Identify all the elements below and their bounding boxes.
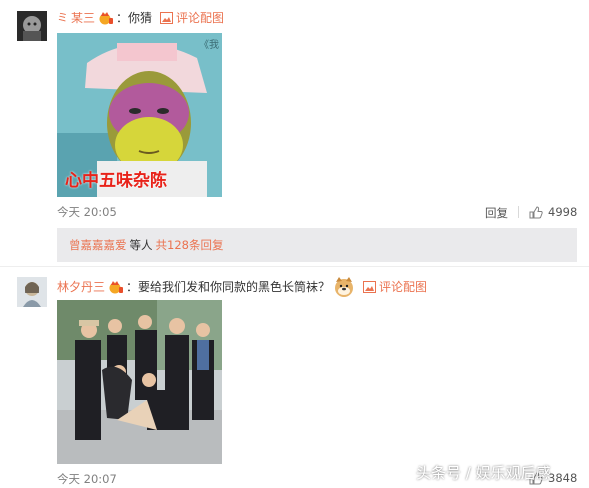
thumbs-up-icon	[529, 205, 543, 219]
avatar[interactable]	[17, 11, 47, 41]
doge-emoji-icon	[333, 276, 355, 298]
comment-time: 今天 20:07	[57, 472, 117, 486]
comment-header: 林夕丹三 ： 要给我们发和你同款的黑色长筒袜？ 评论配图	[57, 276, 427, 298]
reply-user-link[interactable]: 曾嘉嘉嘉爱	[69, 237, 127, 253]
crown-badge-icon	[98, 11, 114, 25]
comment-image[interactable]: 《我 心中五味杂陈	[57, 33, 222, 197]
action-divider	[518, 206, 519, 218]
reply-button[interactable]: 回复	[485, 205, 508, 221]
commenter-name[interactable]: 林夕丹三	[57, 279, 105, 295]
comment-header: ミ 某三 ： 你猜 评论配图	[57, 10, 224, 26]
replies-summary[interactable]: 曾嘉嘉嘉爱 等人 共128条回复	[57, 228, 577, 262]
crown-badge-icon	[108, 280, 124, 294]
comment-text: 你猜	[128, 11, 153, 25]
divider	[0, 266, 589, 267]
view-replies-link[interactable]: 共128条回复	[156, 237, 224, 253]
image-corner-text: 《我	[199, 40, 219, 51]
reply-label: 回复	[485, 206, 508, 220]
comment-time: 今天 20:05	[57, 205, 117, 219]
comment-image-link[interactable]: 评论配图	[379, 279, 427, 295]
like-button[interactable]: 4998	[529, 205, 577, 219]
reply-middle-text: 等人	[129, 238, 153, 252]
comment-image[interactable]	[57, 300, 222, 464]
vip-icon: ミ	[57, 11, 68, 24]
image-icon	[363, 281, 377, 293]
like-count: 4998	[548, 205, 578, 219]
comment-image-link[interactable]: 评论配图	[176, 10, 224, 26]
avatar[interactable]	[17, 277, 47, 307]
image-caption: 心中五味杂陈	[65, 171, 167, 191]
separator: ：	[116, 11, 129, 25]
comment-text: 要给我们发和你同款的黑色长筒袜？	[138, 280, 331, 294]
commenter-name[interactable]: 某三	[71, 10, 95, 26]
watermark: 头条号 / 娱乐观后感	[416, 464, 551, 482]
image-icon	[160, 12, 174, 24]
separator: ：	[126, 280, 139, 294]
like-count: 3848	[548, 471, 578, 485]
